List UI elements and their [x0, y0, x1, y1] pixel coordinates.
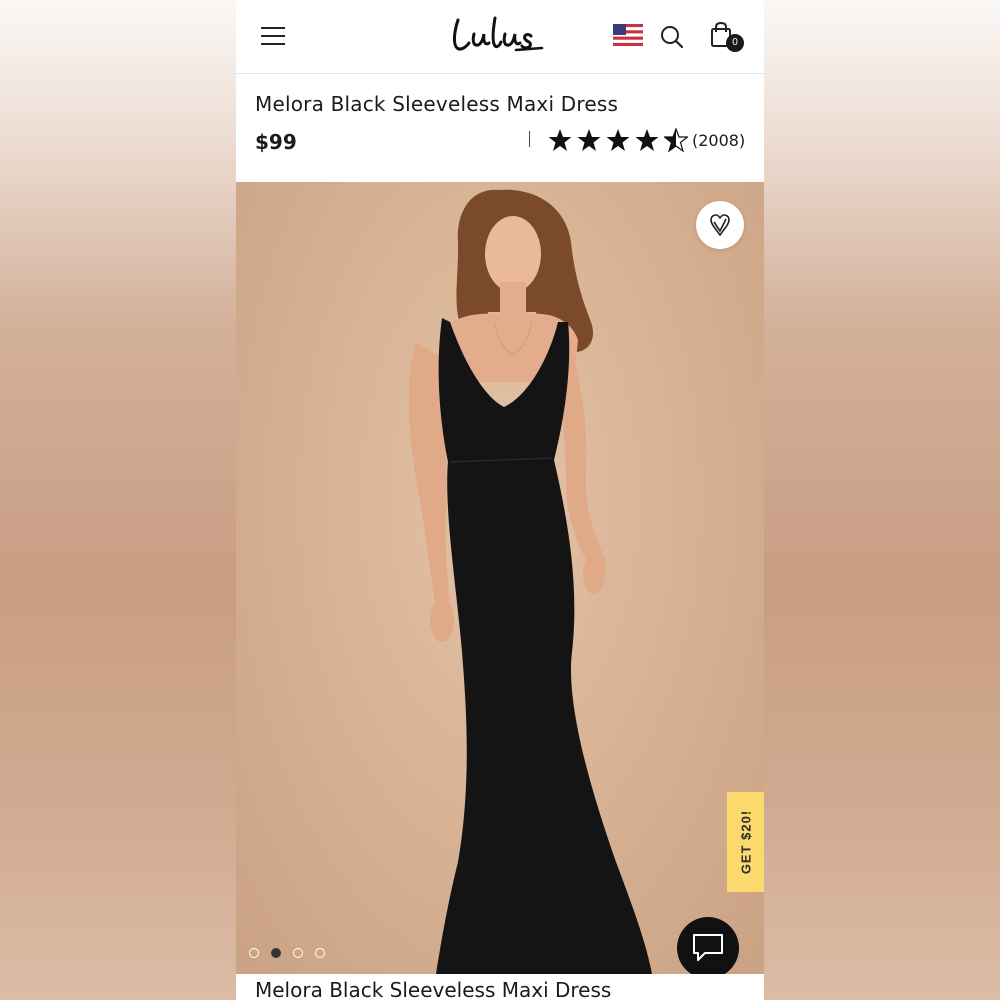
product-price: $99 — [255, 130, 297, 154]
product-title-secondary: Melora Black Sleeveless Maxi Dress — [255, 978, 612, 1000]
star-icon — [577, 129, 601, 151]
carousel-indicators — [249, 948, 325, 958]
promo-label: GET $20! — [738, 809, 753, 875]
divider — [529, 131, 530, 147]
promo-tab[interactable]: GET $20! — [727, 792, 764, 892]
chat-button[interactable] — [677, 917, 739, 974]
search-icon[interactable] — [660, 25, 684, 49]
us-flag-icon[interactable] — [613, 24, 643, 46]
star-icon — [635, 129, 659, 151]
carousel-dot[interactable] — [293, 948, 303, 958]
star-icon — [606, 129, 630, 151]
half-star-icon — [664, 128, 688, 152]
menu-icon[interactable] — [261, 27, 285, 47]
brand-logo[interactable] — [450, 12, 550, 58]
blurred-background-right — [764, 0, 1000, 1000]
cart-count-badge: 0 — [726, 34, 744, 52]
star-rating[interactable] — [548, 128, 688, 152]
shopping-bag-icon[interactable]: 0 — [710, 22, 744, 54]
carousel-dot[interactable] — [249, 948, 259, 958]
carousel-dot-active[interactable] — [271, 948, 281, 958]
carousel-dot[interactable] — [315, 948, 325, 958]
chat-icon — [693, 934, 723, 961]
product-title: Melora Black Sleeveless Maxi Dress — [255, 92, 619, 116]
top-navigation-bar: 0 — [236, 0, 764, 74]
product-image[interactable]: GET $20! — [236, 182, 764, 974]
blurred-background-left — [0, 0, 236, 1000]
model-photo — [408, 189, 652, 974]
mobile-screen: 0 Melora Black Sleeveless Maxi Dress $99… — [236, 0, 764, 1000]
star-icon — [548, 129, 572, 151]
heart-icon — [710, 214, 730, 236]
wishlist-button[interactable] — [696, 201, 744, 249]
review-count[interactable]: (2008) — [692, 131, 745, 150]
